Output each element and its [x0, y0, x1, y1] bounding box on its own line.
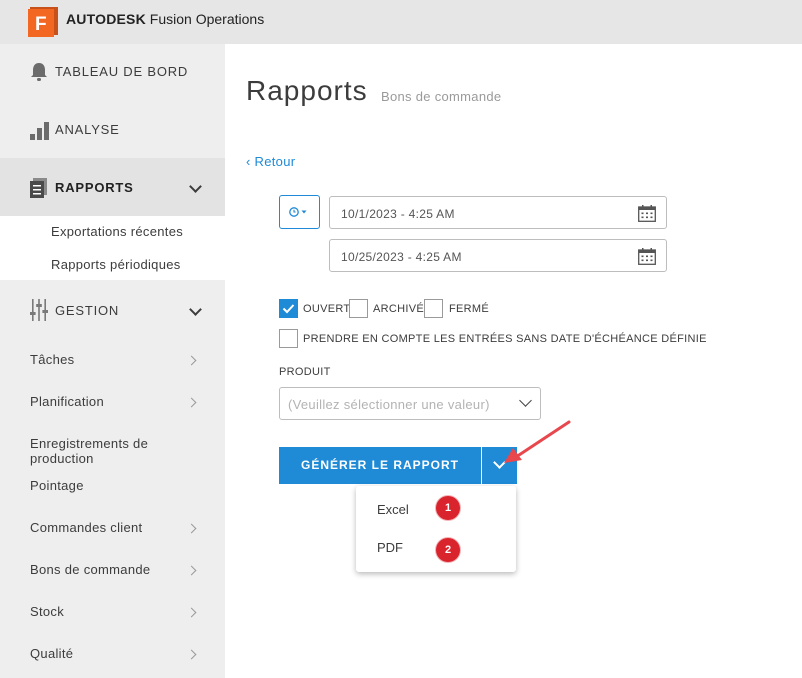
bar-chart-icon	[30, 121, 50, 146]
chevron-down-icon	[189, 180, 202, 193]
page-title: Rapports	[246, 75, 368, 106]
bell-icon	[30, 62, 48, 87]
step-badge-2: 2	[436, 538, 460, 562]
sidebar-item-pointage[interactable]: Pointage	[30, 478, 84, 493]
chevron-down-icon	[189, 303, 202, 316]
chevron-right-icon	[186, 649, 197, 660]
date-to-field[interactable]: 10/25/2023 - 4:25 AM	[329, 239, 667, 272]
sidebar-item-enregistrements-production[interactable]: Enregistrements de production	[30, 436, 190, 466]
back-link[interactable]: ‹ Retour	[246, 154, 295, 169]
rapports-submenu: Exportations récentes Rapports périodiqu…	[0, 216, 225, 280]
reports-icon	[30, 178, 48, 203]
date-from-field[interactable]: 10/1/2023 - 4:25 AM	[329, 196, 667, 229]
checkbox-include-no-due-date-label: PRENDRE EN COMPTE LES ENTRÉES SANS DATE …	[303, 333, 707, 345]
checkbox-ouvert-label: OUVERT	[303, 303, 351, 315]
sidebar-item-planification[interactable]: Planification	[30, 394, 104, 409]
sliders-icon	[30, 299, 48, 326]
generate-report-button[interactable]: GÉNÉRER LE RAPPORT	[279, 447, 481, 484]
chevron-right-icon	[186, 607, 197, 618]
top-bar: F AUTODESK Fusion Operations	[0, 0, 802, 44]
step-badge-1: 1	[436, 496, 460, 520]
menu-item-excel[interactable]: Excel	[377, 502, 409, 517]
svg-text:F: F	[35, 14, 47, 35]
sidebar-item-taches[interactable]: Tâches	[30, 352, 74, 367]
date-to-value: 10/25/2023 - 4:25 AM	[341, 250, 462, 264]
menu-item-pdf[interactable]: PDF	[377, 540, 403, 555]
chevron-right-icon	[186, 397, 197, 408]
chevron-right-icon	[186, 355, 197, 366]
nav-rapports[interactable]: RAPPORTS	[0, 158, 225, 216]
checkbox-ferme-label: FERMÉ	[449, 303, 489, 315]
export-format-menu: Excel 1 PDF 2	[356, 486, 516, 572]
calendar-icon[interactable]	[638, 248, 656, 270]
sidebar-item-qualite[interactable]: Qualité	[30, 646, 73, 661]
produit-placeholder: (Veuillez sélectionner une valeur)	[288, 397, 490, 412]
calendar-icon[interactable]	[638, 205, 656, 227]
nav-analyse[interactable]: ANALYSE	[0, 102, 225, 160]
checkbox-archive-label: ARCHIVÉ	[373, 303, 424, 315]
nav-gestion-label: GESTION	[55, 303, 120, 318]
nav-rapports-label: RAPPORTS	[55, 180, 134, 195]
produit-select[interactable]: (Veuillez sélectionner une valeur)	[279, 387, 541, 420]
sidebar-item-commandes-client[interactable]: Commandes client	[30, 520, 142, 535]
page-subtitle: Bons de commande	[381, 89, 502, 104]
checkbox-archive[interactable]	[349, 299, 368, 318]
nav-analyse-label: ANALYSE	[55, 122, 120, 137]
brand-title: AUTODESK Fusion Operations	[66, 11, 265, 27]
sidebar-item-stock[interactable]: Stock	[30, 604, 64, 619]
produit-label: PRODUIT	[279, 366, 331, 378]
checkbox-include-no-due-date[interactable]	[279, 329, 298, 348]
date-from-value: 10/1/2023 - 4:25 AM	[341, 207, 455, 221]
nav-dashboard-label: TABLEAU DE BORD	[55, 64, 189, 79]
chevron-right-icon	[186, 523, 197, 534]
nav-gestion[interactable]: GESTION	[0, 280, 225, 338]
date-range-preset-button[interactable]	[279, 195, 320, 229]
check-icon	[282, 304, 295, 314]
checkbox-ouvert[interactable]	[279, 299, 298, 318]
sidebar-item-exportations-recentes[interactable]: Exportations récentes	[51, 224, 183, 239]
chevron-down-icon	[519, 394, 532, 407]
checkbox-ferme[interactable]	[424, 299, 443, 318]
chevron-right-icon	[186, 565, 197, 576]
sidebar-item-rapports-periodiques[interactable]: Rapports périodiques	[51, 257, 181, 272]
annotation-arrow-icon	[504, 420, 571, 463]
nav-dashboard[interactable]: TABLEAU DE BORD	[0, 44, 225, 102]
sidebar: TABLEAU DE BORD ANALYSE RAPPORTS Exporta…	[0, 44, 225, 678]
fusion-logo[interactable]: F	[28, 7, 58, 37]
sidebar-item-bons-de-commande[interactable]: Bons de commande	[30, 562, 150, 577]
